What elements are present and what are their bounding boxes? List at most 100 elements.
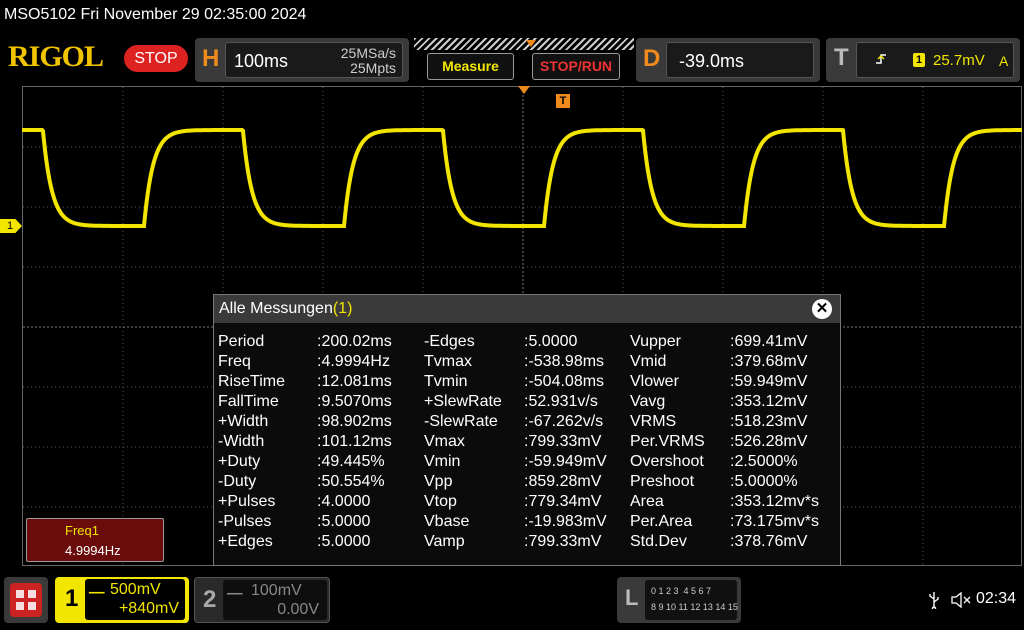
grid-menu-icon — [10, 583, 42, 617]
logic-channels-box: 0 1 2 3 4 5 6 7 8 9 10 11 12 13 14 15 — [645, 580, 738, 620]
delay-value-box: -39.0ms — [666, 42, 814, 78]
ch1-value-box: ▁▁ 500mV +840mV — [85, 579, 185, 620]
measurement-name: Vavg — [630, 393, 666, 410]
measurement-name: FallTime — [218, 393, 279, 410]
ch2-coupling-icon: ▁▁ — [227, 584, 243, 595]
measurement-value: :4.0000 — [317, 493, 371, 510]
stop-run-button[interactable]: STOP/RUN — [532, 53, 620, 80]
measurement-name: Tvmin — [424, 373, 468, 390]
ch1-coupling-icon: ▁▁ — [89, 583, 105, 594]
trigger-letter: T — [834, 44, 849, 71]
measurement-name: Area — [630, 493, 664, 510]
trigger-value-box: 1 25.7mV A — [856, 42, 1014, 78]
horizontal-letter: H — [202, 45, 220, 72]
horizontal-value-box: 100ms 25MSa/s 25Mpts — [225, 42, 403, 78]
measurement-value: :-504.08ms — [524, 373, 605, 390]
ch2-value-box: ▁▁ 100mV 0.00V — [223, 580, 327, 620]
memory-depth: 25Mpts — [350, 60, 396, 76]
measurement-name: +Pulses — [218, 493, 276, 510]
ch2-scale: 100mV — [251, 582, 302, 599]
trigger-time-marker[interactable]: T — [556, 94, 570, 108]
measurement-name: Vmax — [424, 433, 465, 450]
trigger-position-marker[interactable] — [518, 86, 530, 94]
measurement-name: -Duty — [218, 473, 257, 490]
measurement-value: :859.28mV — [524, 473, 602, 490]
measurement-name: RiseTime — [218, 373, 285, 390]
measurement-name: Vamp — [424, 533, 465, 550]
measurement-name: Preshoot — [630, 473, 695, 490]
channel2-panel[interactable]: 2 ▁▁ 100mV 0.00V — [194, 577, 330, 623]
horizontal-panel[interactable]: H 100ms 25MSa/s 25Mpts — [195, 38, 409, 82]
delay-panel[interactable]: D -39.0ms — [636, 38, 820, 82]
clock-time: 02:34 — [976, 590, 1017, 607]
measurement-name: +Duty — [218, 453, 261, 470]
measurement-value: :2.5000% — [730, 453, 798, 470]
measurement-name: Vbase — [424, 513, 470, 530]
measurement-value: :-538.98ms — [524, 353, 605, 370]
measurement-value: :-59.949mV — [524, 453, 607, 470]
measurement-name: Vlower — [630, 373, 679, 390]
measurement-name: Vpp — [424, 473, 453, 490]
measurement-name: -SlewRate — [424, 413, 498, 430]
trigger-panel[interactable]: T 1 25.7mV A — [826, 38, 1020, 82]
measurement-value: :50.554% — [317, 473, 385, 490]
close-icon[interactable]: ✕ — [812, 299, 832, 319]
measurement-value: :98.902ms — [317, 413, 392, 430]
speaker-muted-icon[interactable] — [950, 591, 972, 609]
measurement-channel: (1) — [332, 300, 353, 317]
measurement-name: Vupper — [630, 333, 681, 350]
measurement-name: Per.Area — [630, 513, 693, 530]
rigol-logo: RIGOL — [8, 40, 104, 73]
measurement-value: :101.12ms — [317, 433, 392, 450]
measurement-name: Period — [218, 333, 265, 350]
trigger-source-badge: 1 — [913, 53, 925, 67]
freq-measurement-box[interactable]: Freq1 4.9994Hz — [26, 518, 164, 562]
ch1-scale: 500mV — [110, 581, 161, 598]
trigger-level: 25.7mV — [933, 52, 985, 69]
measurement-value: :4.9994Hz — [317, 353, 390, 370]
measurement-header[interactable]: Alle Messungen(1) — [214, 295, 840, 323]
logic-letter: L — [625, 585, 639, 610]
measurement-value: :526.28mV — [730, 433, 808, 450]
measurement-name: +SlewRate — [424, 393, 502, 410]
measure-button[interactable]: Measure — [427, 53, 514, 80]
freq-value: 4.9994Hz — [65, 543, 121, 558]
memory-position-marker — [526, 40, 536, 47]
measurement-value: :5.0000% — [730, 473, 798, 490]
measurement-name: Overshoot — [630, 453, 704, 470]
measurement-value: :699.41mV — [730, 333, 808, 350]
ch1-number: 1 — [65, 585, 79, 612]
logic-analyzer-panel[interactable]: L 0 1 2 3 4 5 6 7 8 9 10 11 12 13 14 15 — [617, 577, 741, 623]
logic-row1: 0 1 2 3 4 5 6 7 — [651, 586, 712, 596]
channel1-panel[interactable]: 1 ▁▁ 500mV +840mV — [55, 577, 189, 623]
measurement-value: :353.12mv*s — [730, 493, 819, 510]
measurement-name: -Width — [218, 433, 265, 450]
delay-value: -39.0ms — [679, 51, 745, 71]
measurement-value: :-19.983mV — [524, 513, 607, 530]
measurement-name: Freq — [218, 353, 251, 370]
delay-letter: D — [643, 45, 661, 72]
trigger-edge-icon — [875, 52, 887, 66]
logic-row2: 8 9 10 11 12 13 14 15 — [651, 602, 738, 612]
measurement-value: :52.931v/s — [524, 393, 598, 410]
measurement-value: :5.0000 — [524, 333, 578, 350]
freq-label: Freq1 — [65, 523, 99, 538]
measurement-value: :779.34mV — [524, 493, 602, 510]
measurement-value: :799.33mV — [524, 433, 602, 450]
measurement-window[interactable]: Alle Messungen(1) ✕ Period:200.02ms Freq:… — [213, 294, 841, 566]
measurement-value: :799.33mV — [524, 533, 602, 550]
measurement-value: :5.0000 — [317, 513, 371, 530]
measurement-value: :59.949mV — [730, 373, 808, 390]
ch1-ground-marker[interactable]: 1 — [0, 219, 22, 233]
menu-button[interactable] — [4, 577, 48, 623]
measurement-value: :5.0000 — [317, 533, 371, 550]
title-bar: MSO5102 Fri November 29 02:35:00 2024 — [4, 6, 307, 23]
measurement-name: Vmid — [630, 353, 667, 370]
run-state-badge[interactable]: STOP — [124, 45, 188, 72]
memory-ruler — [414, 38, 634, 50]
channel1-trace — [22, 128, 1022, 228]
timebase-value: 100ms — [234, 51, 289, 71]
ch2-number: 2 — [203, 586, 217, 613]
usb-icon — [928, 591, 940, 611]
measurement-value: :518.23mV — [730, 413, 808, 430]
